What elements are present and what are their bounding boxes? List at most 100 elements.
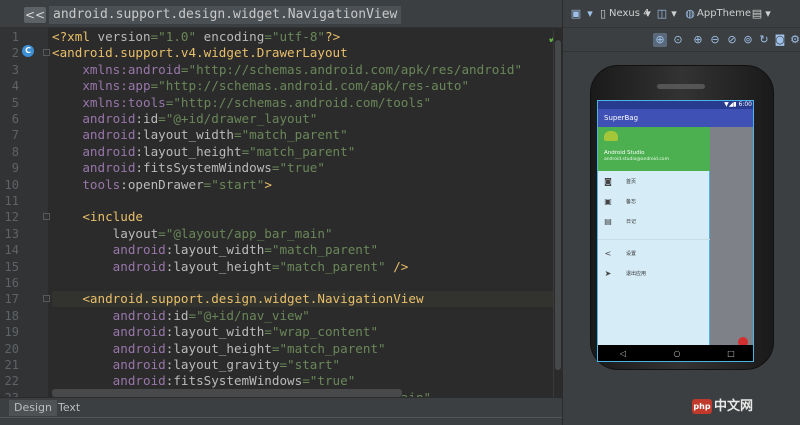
line-number: 6 xyxy=(11,112,19,126)
line-number: 18 xyxy=(4,308,19,323)
drawer-menu-item[interactable]: ➤ 退出应用 xyxy=(598,267,710,285)
menu-item-label: 备忘 xyxy=(626,199,637,205)
line-number: 2 xyxy=(11,46,19,61)
code-text-area[interactable]: <?xml version="1.0" encoding="utf-8"?> <a… xyxy=(48,28,562,397)
settings-icon[interactable]: ⚙ xyxy=(788,33,800,47)
line-number: 1 xyxy=(11,30,19,44)
recents-icon[interactable]: □ xyxy=(724,347,738,361)
code-line[interactable]: layout="@layout/app_bar_main" xyxy=(52,226,333,242)
code-line[interactable]: xmlns:android="http://schemas.android.co… xyxy=(52,62,522,78)
code-line[interactable]: xmlns:app="http://schemas.android.com/ap… xyxy=(52,78,469,94)
drawer-menu-item[interactable]: ▣ 备忘 xyxy=(598,195,710,213)
zoom-actual-icon[interactable]: ⊙ xyxy=(671,33,685,47)
system-nav-bar: ◁ ○ □ xyxy=(598,345,753,361)
system-status-bar: ▼◢▮ 6:00 xyxy=(598,101,753,109)
line-number: 5 xyxy=(11,95,19,110)
zoom-fit-icon[interactable]: ⊕ xyxy=(653,33,667,47)
menu-item-label: 日记 xyxy=(626,219,637,225)
theme-icon[interactable]: ◍ xyxy=(683,7,697,21)
line-number: 13 xyxy=(4,226,19,241)
home-icon[interactable]: ○ xyxy=(670,347,684,361)
line-number: 11 xyxy=(4,194,19,208)
editor-mode-tabs: Design Text xyxy=(0,397,562,417)
breadcrumb-bar: << android.support.design.widget.Navigat… xyxy=(0,0,562,28)
line-number: 9 xyxy=(11,161,19,176)
share-icon: < xyxy=(604,249,612,258)
preview-toolbar: ▣ ▾ ▯ Nexus 4 ▾ ◫ ▾ ◍ AppTheme ▤ ▾ xyxy=(563,0,800,28)
preview-canvas[interactable]: ▼◢▮ 6:00 SuperBag Android Studio android… xyxy=(563,52,800,425)
code-line[interactable]: xmlns:tools="http://schemas.android.com/… xyxy=(52,95,431,111)
zoom-toolbar: ⊕ ⊙ ⊕ ⊖ ⊘ ⊚ ↻ ◙ ⚙ xyxy=(563,28,800,52)
gallery-icon: ▣ xyxy=(604,197,612,206)
zoom-in-icon[interactable]: ⊕ xyxy=(691,33,705,47)
scrollbar-thumb[interactable] xyxy=(555,40,561,370)
breadcrumb[interactable]: android.support.design.widget.Navigation… xyxy=(49,6,402,24)
screenshot-icon[interactable]: ◙ xyxy=(773,33,787,47)
dropdown-arrow-icon: ▾ xyxy=(765,7,771,20)
line-number: 8 xyxy=(11,144,19,159)
code-line[interactable]: android:id="@+id/nav_view" xyxy=(52,308,310,324)
drawer-toolbar: SuperBag xyxy=(598,109,710,127)
layers-icon[interactable]: ▣ xyxy=(569,7,583,21)
send-icon: ➤ xyxy=(604,269,612,278)
line-number: 20 xyxy=(4,341,19,356)
code-line[interactable]: android:fitsSystemWindows="true" xyxy=(52,373,356,389)
code-line[interactable]: android:fitsSystemWindows="true" xyxy=(52,160,325,176)
dropdown-arrow-icon: ▾ xyxy=(671,7,677,20)
status-icons: ▼◢▮ xyxy=(724,101,739,108)
line-number: 10 xyxy=(4,177,19,192)
code-line[interactable]: <android.support.v4.widget.DrawerLayout xyxy=(52,45,348,61)
camera-icon: ◙ xyxy=(604,177,612,186)
vertical-scrollbar[interactable] xyxy=(553,30,562,397)
zoom-custom-icon[interactable]: ⊚ xyxy=(741,33,755,47)
layout-preview-panel: ▣ ▾ ▯ Nexus 4 ▾ ◫ ▾ ◍ AppTheme ▤ ▾ ⊕ ⊙ ⊕… xyxy=(562,0,800,425)
line-number: 14 xyxy=(4,243,19,258)
line-number-gutter: 1234567891011121314151617181920212223 xyxy=(0,28,50,397)
code-line[interactable]: android:layout_height="match_parent" xyxy=(52,144,355,160)
class-badge-icon[interactable]: C xyxy=(22,45,34,57)
watermark-logo: php xyxy=(692,399,712,414)
back-icon[interactable]: ◁ xyxy=(616,347,630,361)
navigation-drawer[interactable]: SuperBag Android Studio android.studio@a… xyxy=(598,109,710,361)
drawer-menu-item[interactable]: < 设置 xyxy=(598,247,710,265)
line-number: 23 xyxy=(0,390,19,397)
watermark-text: 中文网 xyxy=(714,399,754,414)
speaker-grille xyxy=(657,84,705,89)
code-line[interactable]: android:layout_gravity="start" xyxy=(52,357,340,373)
line-number: 4 xyxy=(11,79,19,94)
code-line[interactable]: android:layout_width="match_parent" xyxy=(52,242,378,258)
menu-divider xyxy=(598,239,710,240)
code-line[interactable]: <android.support.design.widget.Navigatio… xyxy=(52,291,557,308)
tab-design[interactable]: Design xyxy=(9,400,57,416)
header-email: android.studio@android.com xyxy=(604,157,669,162)
app-title: SuperBag xyxy=(604,114,639,122)
dropdown-arrow-icon: ▾ xyxy=(645,7,651,20)
code-line[interactable]: android:layout_height="match_parent" /> xyxy=(52,259,409,275)
drawer-menu-item[interactable]: ▤ 日记 xyxy=(598,215,710,233)
code-line[interactable]: <include xyxy=(52,209,143,225)
dropdown-arrow-icon: ▾ xyxy=(587,7,593,20)
code-line[interactable]: tools:openDrawer="start"> xyxy=(52,177,272,193)
device-icon[interactable]: ▯ xyxy=(596,7,610,21)
device-screen[interactable]: ▼◢▮ 6:00 SuperBag Android Studio android… xyxy=(597,100,754,362)
code-line[interactable]: android:layout_width="wrap_content" xyxy=(52,324,378,340)
code-line[interactable]: <?xml version="1.0" encoding="utf-8"?> xyxy=(52,29,340,45)
line-number: 21 xyxy=(4,358,19,372)
line-number: 16 xyxy=(4,276,19,290)
tab-text[interactable]: Text xyxy=(53,400,85,416)
line-number: 22 xyxy=(4,374,19,389)
horizontal-scrollbar[interactable] xyxy=(52,389,402,397)
code-editor[interactable]: << android.support.design.widget.Navigat… xyxy=(0,0,562,397)
android-logo-icon xyxy=(604,131,618,141)
drawer-menu-item[interactable]: ◙ 首页 xyxy=(598,175,710,193)
refresh-icon[interactable]: ↻ xyxy=(757,33,771,47)
line-number: 19 xyxy=(4,325,19,340)
code-line[interactable]: android:layout_height="match_parent" xyxy=(52,341,386,357)
theme-selector[interactable]: AppTheme xyxy=(697,7,751,21)
zoom-out-icon[interactable]: ⊖ xyxy=(708,33,722,47)
code-line[interactable]: android:id="@+id/drawer_layout" xyxy=(52,111,317,127)
code-line[interactable]: android:layout_width="match_parent" xyxy=(52,127,347,143)
line-number: 7 xyxy=(11,128,19,143)
zoom-reset-icon[interactable]: ⊘ xyxy=(725,33,739,47)
collapse-button[interactable]: << xyxy=(24,7,46,23)
